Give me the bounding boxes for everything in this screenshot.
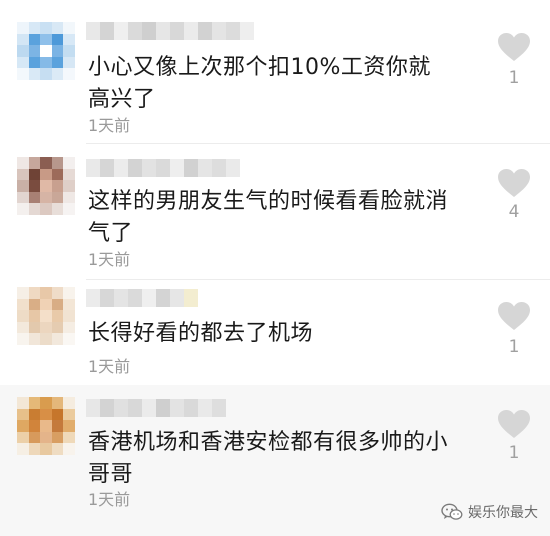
watermark-text: 娱乐你最大 (468, 505, 538, 521)
comment-text: 这样的男朋友生气的时候看看脸就消气了 (88, 189, 449, 246)
comment-item: 长得好看的都去了机场 1天前 1 (0, 280, 550, 384)
comment-text: 小心又像上次那个扣10%工资你就高兴了 (88, 55, 431, 112)
username-blurred[interactable] (86, 289, 198, 307)
like-button[interactable] (497, 32, 531, 62)
username-blurred[interactable] (86, 22, 254, 40)
comment-text: 香港机场和香港安检都有很多帅的小哥哥 (88, 430, 449, 487)
heart-icon (498, 302, 530, 330)
comment-text: 长得好看的都去了机场 (88, 321, 314, 346)
heart-icon (498, 33, 530, 61)
like-button[interactable] (497, 409, 531, 439)
avatar[interactable] (17, 397, 75, 455)
comment-item: 小心又像上次那个扣10%工资你就高兴了 1天前 1 (0, 0, 550, 144)
comment-time: 1天前 (88, 116, 131, 135)
like-count: 1 (508, 443, 520, 463)
heart-icon (498, 410, 530, 438)
comment-time: 1天前 (88, 357, 131, 376)
like-count: 4 (508, 202, 520, 222)
username-blurred[interactable] (86, 399, 226, 417)
like-count: 1 (508, 68, 520, 88)
comment-list: 小心又像上次那个扣10%工资你就高兴了 1天前 1 这样的男朋友生气的时候看看脸… (0, 0, 550, 536)
like-button[interactable] (497, 301, 531, 331)
avatar[interactable] (17, 22, 75, 80)
comment-item: 这样的男朋友生气的时候看看脸就消气了 1天前 4 (0, 144, 550, 280)
comment-time: 1天前 (88, 490, 131, 509)
avatar[interactable] (17, 287, 75, 345)
like-count: 1 (508, 337, 520, 357)
like-button[interactable] (497, 168, 531, 198)
wechat-icon (441, 503, 463, 521)
watermark: 娱乐你最大 (441, 502, 538, 522)
avatar[interactable] (17, 157, 75, 215)
heart-icon (498, 169, 530, 197)
username-blurred[interactable] (86, 159, 240, 177)
comment-time: 1天前 (88, 250, 131, 269)
